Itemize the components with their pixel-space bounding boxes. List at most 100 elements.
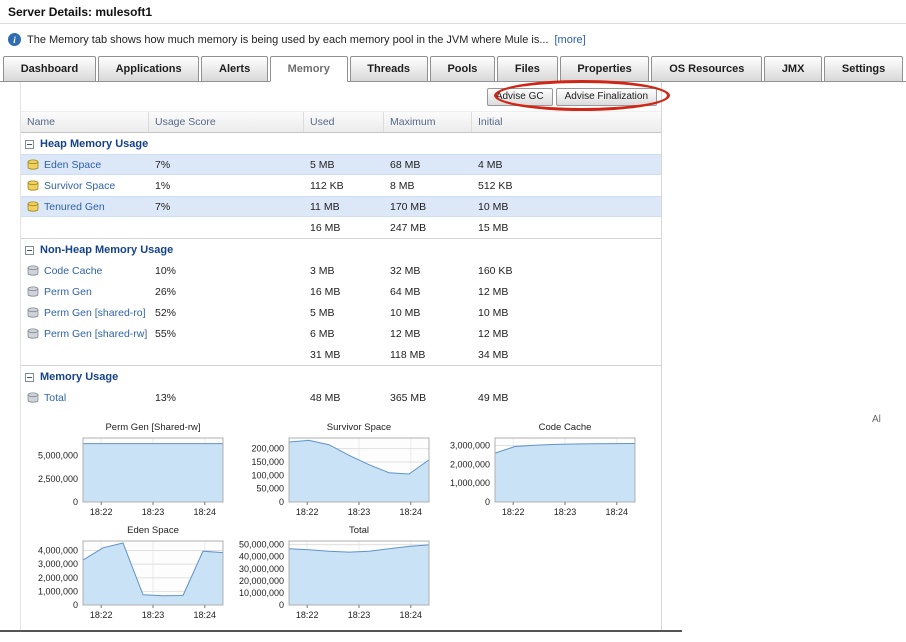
chart-title: Total — [289, 525, 429, 536]
more-link[interactable]: [more] — [555, 34, 586, 46]
memory-pool-link[interactable]: Total — [44, 392, 66, 404]
section-header-non-heap-memory-usage[interactable]: Non-Heap Memory Usage — [21, 238, 661, 260]
tab-dashboard[interactable]: Dashboard — [3, 56, 96, 82]
svg-text:30,000,000: 30,000,000 — [239, 564, 284, 574]
database-gray-icon — [27, 328, 39, 339]
tab-os-resources[interactable]: OS Resources — [651, 56, 762, 82]
svg-text:18:23: 18:23 — [142, 610, 165, 620]
section-total-row: 16 MB247 MB15 MB — [21, 217, 661, 238]
table-row: Survivor Space1%112 KB8 MB512 KB — [21, 175, 661, 196]
column-header-name[interactable]: Name — [21, 112, 149, 132]
svg-text:2,000,000: 2,000,000 — [38, 573, 78, 583]
usage-score-cell: 55% — [149, 328, 304, 340]
maximum-cell: 32 MB — [384, 265, 472, 277]
tab-files[interactable]: Files — [497, 56, 558, 82]
svg-text:18:23: 18:23 — [554, 507, 577, 517]
name-cell: Code Cache — [21, 265, 149, 277]
collapse-icon[interactable] — [25, 140, 34, 149]
tab-jmx[interactable]: JMX — [764, 56, 822, 82]
svg-text:2,500,000: 2,500,000 — [38, 474, 78, 484]
content-panel: Advise GC Advise Finalization NameUsage … — [20, 82, 662, 632]
svg-text:18:24: 18:24 — [194, 507, 217, 517]
column-header-used[interactable]: Used — [304, 112, 384, 132]
svg-text:18:22: 18:22 — [90, 507, 113, 517]
usage-score-cell: 13% — [149, 392, 304, 404]
advise-finalization-button[interactable]: Advise Finalization — [556, 88, 657, 106]
name-cell: Perm Gen — [21, 286, 149, 298]
memory-pool-link[interactable]: Perm Gen — [44, 286, 92, 298]
svg-text:4,000,000: 4,000,000 — [38, 546, 78, 556]
tab-threads[interactable]: Threads — [350, 56, 428, 82]
usage-score-cell: 10% — [149, 265, 304, 277]
table-row: Perm Gen [shared-rw]55%6 MB12 MB12 MB — [21, 323, 661, 344]
memory-pool-link[interactable]: Perm Gen [shared-rw] — [44, 328, 147, 340]
initial-cell: 12 MB — [472, 328, 661, 340]
used-cell: 5 MB — [304, 159, 384, 171]
svg-text:3,000,000: 3,000,000 — [450, 441, 490, 451]
tab-properties[interactable]: Properties — [560, 56, 650, 82]
tab-memory[interactable]: Memory — [270, 56, 348, 82]
initial-cell: 49 MB — [472, 392, 661, 404]
memory-pool-link[interactable]: Tenured Gen — [44, 201, 105, 213]
table-row: Eden Space7%5 MB68 MB4 MB — [21, 154, 661, 175]
chart-title: Eden Space — [83, 525, 223, 536]
section-title-label: Heap Memory Usage — [40, 138, 148, 150]
section-header-heap-memory-usage[interactable]: Heap Memory Usage — [21, 133, 661, 154]
section-total-row: 31 MB118 MB34 MB — [21, 344, 661, 365]
chart-perm-gen-shared-rw: Perm Gen [Shared-rw]02,500,0005,000,0001… — [27, 422, 231, 523]
svg-text:1,000,000: 1,000,000 — [38, 586, 78, 596]
tab-applications[interactable]: Applications — [98, 56, 199, 82]
memory-pool-link[interactable]: Eden Space — [44, 159, 101, 171]
section-memory-usage: Memory UsageTotal13%48 MB365 MB49 MB — [21, 365, 661, 408]
collapse-icon[interactable] — [25, 246, 34, 255]
memory-pool-link[interactable]: Perm Gen [shared-ro] — [44, 307, 146, 319]
used-total: 16 MB — [304, 222, 384, 234]
table-row: Tenured Gen7%11 MB170 MB10 MB — [21, 196, 661, 217]
memory-grid: NameUsage ScoreUsedMaximumInitial Heap M… — [21, 111, 661, 408]
initial-total: 15 MB — [472, 222, 661, 234]
initial-cell: 4 MB — [472, 159, 661, 171]
chart-title: Code Cache — [495, 422, 635, 433]
clipped-text-fragment: Al — [872, 414, 881, 425]
bottom-divider — [0, 630, 682, 632]
svg-text:18:24: 18:24 — [606, 507, 629, 517]
initial-cell: 512 KB — [472, 180, 661, 192]
table-row: Perm Gen [shared-ro]52%5 MB10 MB10 MB — [21, 302, 661, 323]
initial-total: 34 MB — [472, 349, 661, 361]
database-yellow-icon — [27, 201, 39, 212]
used-cell: 16 MB — [304, 286, 384, 298]
tab-settings[interactable]: Settings — [824, 56, 903, 82]
used-cell: 5 MB — [304, 307, 384, 319]
maximum-cell: 12 MB — [384, 328, 472, 340]
tab-alerts[interactable]: Alerts — [201, 56, 268, 82]
name-cell: Perm Gen [shared-ro] — [21, 307, 149, 319]
tab-pools[interactable]: Pools — [430, 56, 495, 82]
memory-pool-link[interactable]: Code Cache — [44, 265, 102, 277]
database-gray-icon — [27, 286, 39, 297]
column-header-usage-score[interactable]: Usage Score — [149, 112, 304, 132]
section-header-memory-usage[interactable]: Memory Usage — [21, 365, 661, 387]
name-cell: Survivor Space — [21, 180, 149, 192]
page-title: Server Details: mulesoft1 — [0, 0, 906, 24]
usage-score-cell: 26% — [149, 286, 304, 298]
svg-text:50,000,000: 50,000,000 — [239, 540, 284, 550]
database-gray-icon — [27, 307, 39, 318]
initial-cell: 10 MB — [472, 307, 661, 319]
used-cell: 3 MB — [304, 265, 384, 277]
advise-gc-button[interactable]: Advise GC — [487, 88, 553, 106]
column-header-maximum[interactable]: Maximum — [384, 112, 472, 132]
initial-cell: 160 KB — [472, 265, 661, 277]
svg-text:0: 0 — [485, 497, 490, 507]
used-total: 31 MB — [304, 349, 384, 361]
memory-pool-link[interactable]: Survivor Space — [44, 180, 115, 192]
maximum-cell: 365 MB — [384, 392, 472, 404]
info-text: The Memory tab shows how much memory is … — [27, 34, 549, 46]
column-header-initial[interactable]: Initial — [472, 112, 661, 132]
maximum-cell: 170 MB — [384, 201, 472, 213]
chart-eden-space: Eden Space01,000,0002,000,0003,000,0004,… — [27, 525, 231, 626]
svg-text:150,000: 150,000 — [251, 457, 284, 467]
page-root: Server Details: mulesoft1 i The Memory t… — [0, 0, 906, 642]
collapse-icon[interactable] — [25, 373, 34, 382]
initial-cell: 12 MB — [472, 286, 661, 298]
name-cell: Tenured Gen — [21, 201, 149, 213]
